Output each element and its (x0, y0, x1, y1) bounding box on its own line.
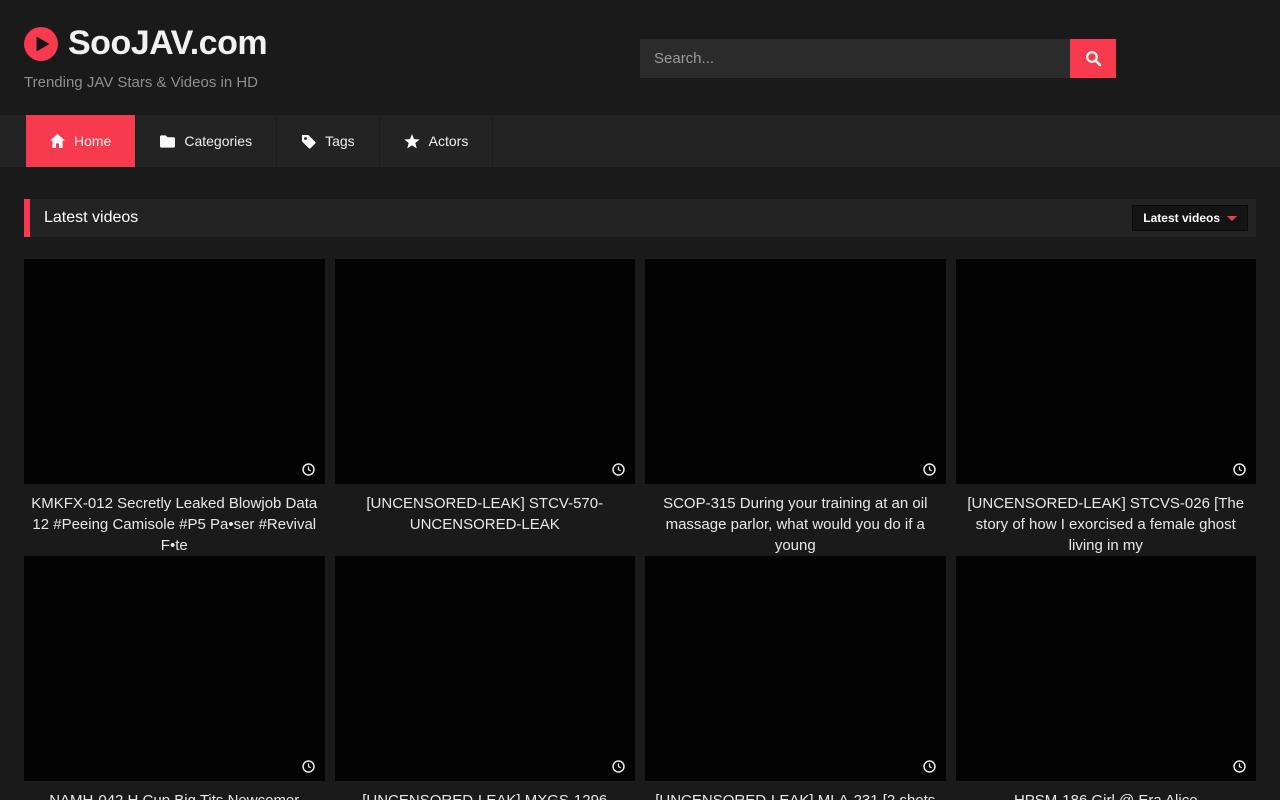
nav-item-tags[interactable]: Tags (277, 115, 380, 167)
clock-icon (923, 760, 936, 773)
sort-dropdown-button[interactable]: Latest videos (1132, 205, 1248, 231)
nav-item-home[interactable]: Home (26, 115, 136, 167)
nav-item-categories[interactable]: Categories (136, 115, 277, 167)
folder-icon (160, 135, 175, 148)
video-card[interactable]: [UNCENSORED-LEAK] MLA-231 [2 shots in (645, 556, 946, 800)
video-title[interactable]: NAMH-042 H Cup Big Tits Newcomer (170cm … (24, 781, 325, 800)
video-thumbnail[interactable] (335, 556, 636, 781)
video-title[interactable]: HPSM-186 Girl @ Era Alice (956, 781, 1257, 800)
caret-down-icon (1227, 216, 1237, 221)
video-title[interactable]: SCOP-315 During your training at an oil … (645, 484, 946, 556)
video-title[interactable]: [UNCENSORED-LEAK] MXGS-1296 Absolutely (335, 781, 636, 800)
clock-icon (612, 760, 625, 773)
clock-icon (302, 760, 315, 773)
nav-item-label: Tags (325, 133, 355, 149)
clock-icon (302, 463, 315, 476)
clock-icon (1233, 463, 1246, 476)
video-thumbnail[interactable] (24, 259, 325, 484)
nav-item-label: Home (74, 133, 111, 149)
video-thumbnail[interactable] (24, 556, 325, 781)
video-thumbnail[interactable] (645, 259, 946, 484)
play-icon (24, 27, 58, 61)
video-title[interactable]: [UNCENSORED-LEAK] STCV-570-UNCENSORED-LE… (335, 484, 636, 556)
clock-icon (1233, 760, 1246, 773)
video-title[interactable]: KMKFX-012 Secretly Leaked Blowjob Data 1… (24, 484, 325, 556)
star-icon (404, 134, 420, 149)
video-card[interactable]: KMKFX-012 Secretly Leaked Blowjob Data 1… (24, 259, 325, 556)
video-card[interactable]: [UNCENSORED-LEAK] MXGS-1296 Absolutely (335, 556, 636, 800)
video-title[interactable]: [UNCENSORED-LEAK] MLA-231 [2 shots in (645, 781, 946, 800)
main-nav: Home Categories Tags Actors (0, 115, 1280, 167)
sort-dropdown-label: Latest videos (1143, 211, 1220, 225)
video-thumbnail[interactable] (956, 259, 1257, 484)
clock-icon (612, 463, 625, 476)
video-title[interactable]: [UNCENSORED-LEAK] STCVS-026 [The story o… (956, 484, 1257, 556)
search-button[interactable] (1070, 39, 1116, 78)
video-card[interactable]: [UNCENSORED-LEAK] STCV-570-UNCENSORED-LE… (335, 259, 636, 556)
search-input[interactable] (640, 39, 1070, 78)
tag-icon (301, 134, 316, 149)
section-title: Latest videos (44, 209, 138, 227)
video-card[interactable]: HPSM-186 Girl @ Era Alice (956, 556, 1257, 800)
site-title: SooJAV.com (68, 24, 267, 63)
video-card[interactable]: SCOP-315 During your training at an oil … (645, 259, 946, 556)
clock-icon (923, 463, 936, 476)
search-form (640, 39, 1116, 78)
video-grid: KMKFX-012 Secretly Leaked Blowjob Data 1… (24, 259, 1256, 800)
nav-item-label: Categories (184, 133, 252, 149)
nav-item-actors[interactable]: Actors (380, 115, 494, 167)
video-card[interactable]: [UNCENSORED-LEAK] STCVS-026 [The story o… (956, 259, 1257, 556)
home-icon (50, 134, 65, 148)
video-thumbnail[interactable] (956, 556, 1257, 781)
nav-item-label: Actors (429, 133, 469, 149)
video-thumbnail[interactable] (645, 556, 946, 781)
video-card[interactable]: NAMH-042 H Cup Big Tits Newcomer (170cm … (24, 556, 325, 800)
site-header: SooJAV.com Trending JAV Stars & Videos i… (0, 0, 1280, 115)
search-icon (1085, 50, 1102, 67)
video-thumbnail[interactable] (335, 259, 636, 484)
section-header: Latest videos Latest videos (24, 199, 1256, 237)
